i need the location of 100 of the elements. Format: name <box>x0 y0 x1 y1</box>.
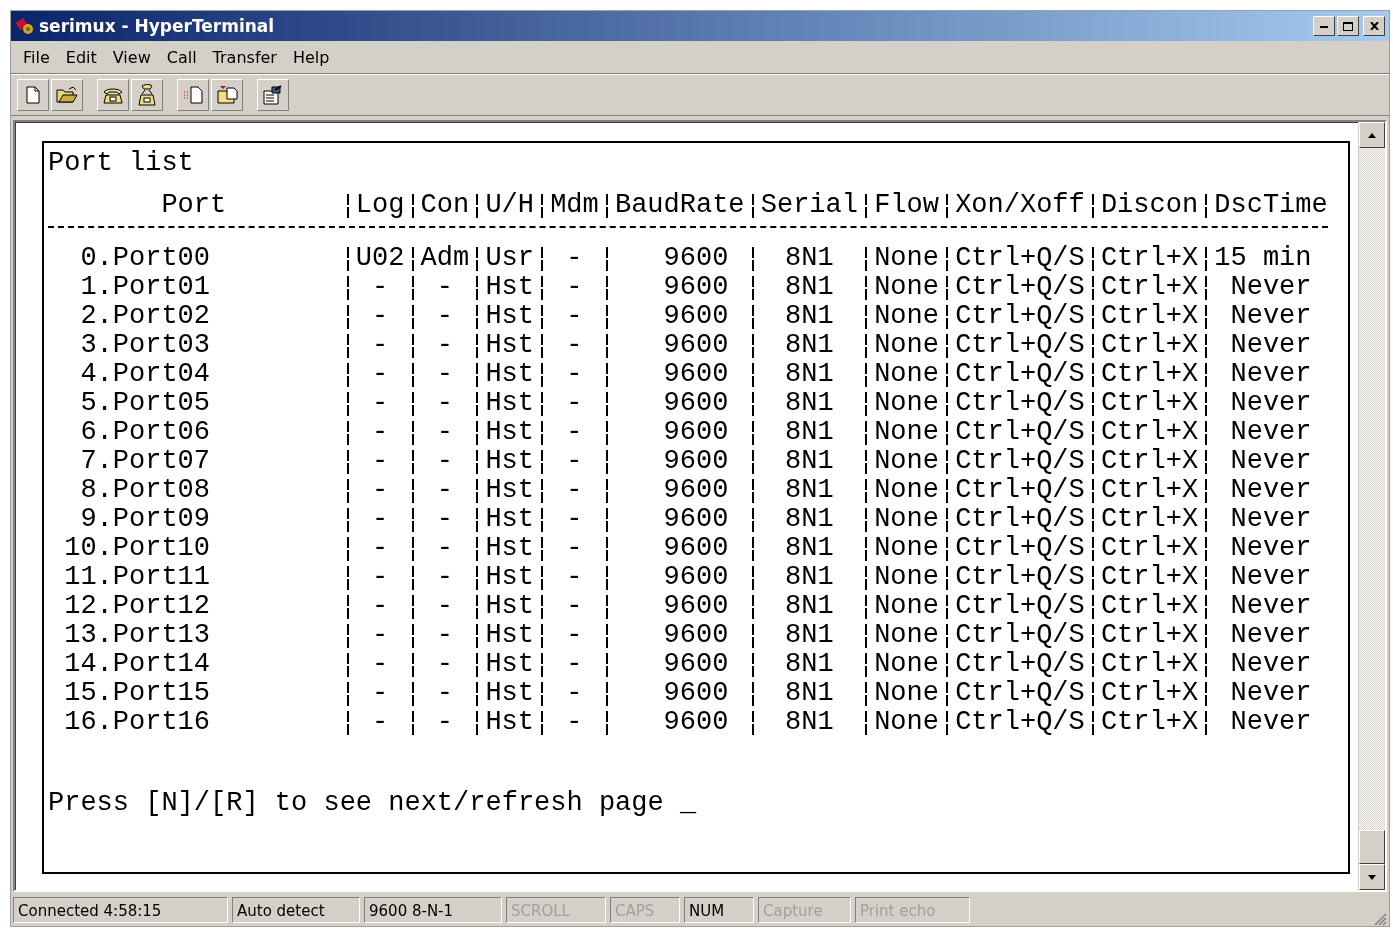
table-cell: 8N1 <box>785 649 834 679</box>
maximize-button[interactable] <box>1337 16 1359 36</box>
table-cell: Ctrl+Q/S <box>955 620 1085 650</box>
table-cell: 14.Port14 <box>64 650 210 679</box>
table-cell: Never <box>1230 504 1312 534</box>
table-cell: - <box>566 707 583 737</box>
table-cell: Ctrl+Q/S <box>955 243 1085 273</box>
properties-button[interactable] <box>257 79 289 111</box>
properties-icon <box>262 85 284 105</box>
table-cell: - <box>566 446 583 476</box>
open-button[interactable] <box>51 79 83 111</box>
table-cell: Ctrl+X <box>1100 417 1199 447</box>
status-panel: Auto detect <box>232 897 360 923</box>
table-cell-text: 1.Port01 <box>79 273 210 302</box>
table-cell: Hst <box>485 533 534 563</box>
table-cell: Ctrl+X <box>1100 475 1199 505</box>
table-cell: Never <box>1230 359 1312 389</box>
table-cell: 9600 <box>663 504 729 534</box>
menu-item[interactable]: Help <box>284 47 338 67</box>
table-cell: 8N1 <box>785 330 834 360</box>
table-cell: - <box>566 504 583 534</box>
table-cell: - <box>372 504 389 534</box>
column-header: Mdm <box>550 191 599 220</box>
table-cell: Hst <box>485 301 534 331</box>
table-cell: - <box>372 475 389 505</box>
table-cell: Hst <box>485 649 534 679</box>
table-cell: - <box>372 330 389 360</box>
table-cell: Never <box>1230 301 1312 331</box>
menu-item[interactable]: Call <box>158 47 205 67</box>
table-cell: Ctrl+X <box>1100 272 1199 302</box>
table-cell: - <box>372 649 389 679</box>
table-cell: Never <box>1230 562 1312 592</box>
table-cell: - <box>436 475 453 505</box>
vertical-scrollbar[interactable] <box>1358 122 1385 890</box>
table-cell: Ctrl+Q/S <box>955 417 1085 447</box>
table-cell: - <box>566 678 583 708</box>
table-cell: Never <box>1230 330 1312 360</box>
scroll-up-button[interactable] <box>1359 122 1385 148</box>
disconnect-button[interactable] <box>131 79 163 111</box>
table-cell: Hst <box>485 272 534 302</box>
table-cell: Never <box>1230 678 1312 708</box>
minimize-icon <box>1320 24 1328 28</box>
table-cell: - <box>372 707 389 737</box>
scroll-down-button[interactable] <box>1359 864 1385 890</box>
receive-button[interactable] <box>211 79 243 111</box>
column-header: Log <box>355 191 405 220</box>
table-cell: Never <box>1230 591 1312 621</box>
table-cell: - <box>436 678 453 708</box>
table-cell: 8N1 <box>785 475 834 505</box>
table-cell-text: 4.Port04 <box>79 360 210 389</box>
table-cell: - <box>372 359 389 389</box>
menu-item[interactable]: Transfer <box>204 47 285 67</box>
table-cell: - <box>436 707 453 737</box>
table-cell: Ctrl+X <box>1100 301 1199 331</box>
menu-item[interactable]: Edit <box>57 47 105 67</box>
menu-item[interactable]: File <box>15 47 58 67</box>
table-cell: Ctrl+Q/S <box>955 388 1085 418</box>
table-cell: Hst <box>485 620 534 650</box>
table-cell: Ctrl+X <box>1100 591 1199 621</box>
table-cell: Hst <box>485 678 534 708</box>
table-cell: Ctrl+Q/S <box>955 272 1085 302</box>
table-cell-text: 8.Port08 <box>79 476 210 505</box>
table-cell: - <box>372 272 389 302</box>
table-cell: Ctrl+X <box>1100 620 1199 650</box>
close-button[interactable] <box>1363 16 1385 36</box>
table-cell: Ctrl+X <box>1100 243 1199 273</box>
table-cell: Ctrl+Q/S <box>955 330 1085 360</box>
table-cell: Hst <box>485 330 534 360</box>
table-cell: None <box>874 678 939 708</box>
table-cell: Usr <box>485 243 534 273</box>
table-cell-text: 0.Port00 <box>79 244 210 273</box>
table-cell: - <box>436 562 453 592</box>
table-cell: Ctrl+Q/S <box>955 446 1085 476</box>
table-cell: Ctrl+Q/S <box>955 533 1085 563</box>
new-button[interactable] <box>17 79 49 111</box>
table-cell: - <box>566 359 583 389</box>
table-cell: Ctrl+X <box>1100 359 1199 389</box>
table-cell: Hst <box>485 417 534 447</box>
dotted-page-icon <box>182 86 204 104</box>
table-cell: - <box>372 446 389 476</box>
call-button[interactable] <box>97 79 129 111</box>
table-cell: Adm <box>420 243 470 273</box>
scroll-thumb[interactable] <box>1359 830 1385 864</box>
table-cell: None <box>874 562 939 592</box>
table-cell: 9600 <box>663 388 729 418</box>
table-cell-text: 6.Port06 <box>79 418 210 447</box>
table-cell: 12.Port12 <box>64 592 210 621</box>
column-header: U/H <box>485 191 534 220</box>
menu-item[interactable]: View <box>104 47 159 67</box>
send-button[interactable] <box>177 79 209 111</box>
table-cell: Hst <box>485 388 534 418</box>
table-cell: Never <box>1230 620 1312 650</box>
table-cell: Ctrl+X <box>1100 330 1199 360</box>
table-cell: - <box>436 591 453 621</box>
table-cell: - <box>436 359 453 389</box>
table-cell: Never <box>1230 533 1312 563</box>
minimize-button[interactable] <box>1313 16 1335 36</box>
table-cell: Ctrl+Q/S <box>955 591 1085 621</box>
table-cell: - <box>566 533 583 563</box>
table-cell: 9600 <box>663 591 729 621</box>
